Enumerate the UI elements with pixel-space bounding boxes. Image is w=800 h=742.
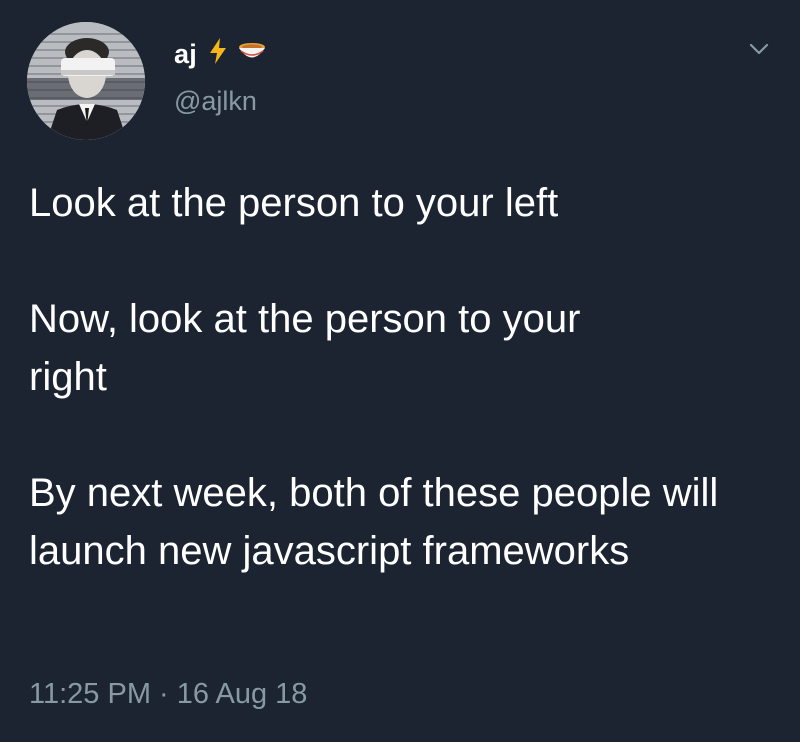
display-name-row[interactable]: aj <box>174 38 277 71</box>
ramen-bowl-emoji <box>237 39 267 70</box>
chevron-down-icon[interactable] <box>744 34 774 64</box>
tweet-card: aj @ajlkn Look at the person to your lef… <box>0 0 800 742</box>
display-name: aj <box>174 39 197 69</box>
tweet-timestamp[interactable]: 11:25 PM · 16 Aug 18 <box>29 678 307 711</box>
tweet-text: Look at the person to your left Now, loo… <box>29 174 769 580</box>
tweet-paragraph: Now, look at the person to your right <box>29 297 581 399</box>
user-handle[interactable]: @ajlkn <box>174 86 257 117</box>
tweet-paragraph: Look at the person to your left <box>29 181 559 225</box>
meta-separator: · <box>159 678 169 710</box>
tweet-time: 11:25 PM <box>29 678 151 710</box>
tweet-date: 16 Aug 18 <box>176 678 308 710</box>
avatar-image <box>27 22 145 140</box>
lightning-emoji <box>209 38 227 71</box>
tweet-paragraph: By next week, both of these people will … <box>29 471 719 573</box>
avatar[interactable] <box>27 22 145 140</box>
